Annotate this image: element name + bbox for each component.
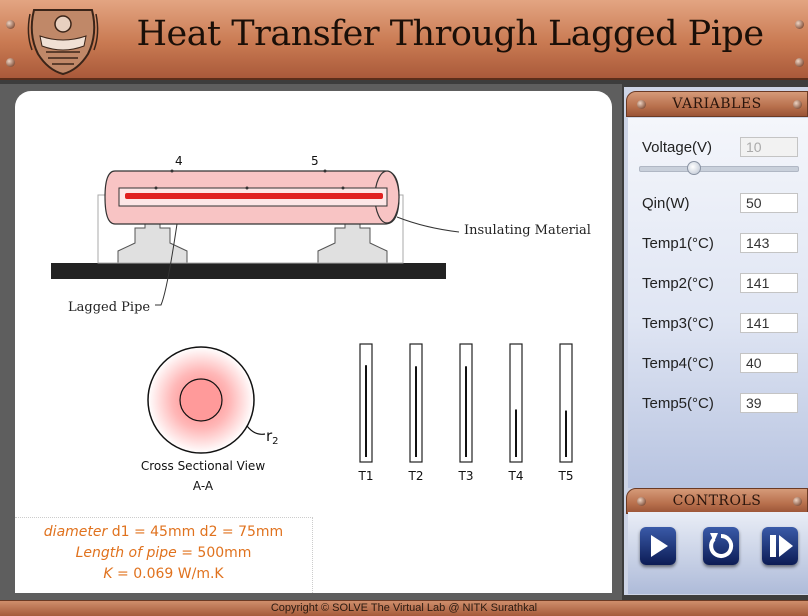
temp4-field[interactable]: 40 xyxy=(740,353,798,373)
cross-section-inner xyxy=(179,378,223,422)
qin-label: Qin(W) xyxy=(642,195,690,212)
length-label: Length of pipe xyxy=(75,545,177,561)
temp1-row: Temp1(°C) 143 xyxy=(642,233,808,255)
insulating-leader xyxy=(396,216,460,233)
pipe-specs: diameter d1 = 45mm d2 = 75mm Length of p… xyxy=(15,517,313,593)
lagged-pipe-label: Lagged Pipe xyxy=(68,300,150,315)
temp1-field[interactable]: 143 xyxy=(740,233,798,253)
thermometer-level xyxy=(365,365,367,457)
controls-heading: CONTROLS xyxy=(672,493,762,509)
rivet-icon xyxy=(795,58,804,67)
thermocouple-point xyxy=(323,169,327,173)
footer: Copyright © SOLVE The Virtual Lab @ NITK… xyxy=(0,600,808,616)
controls-header: CONTROLS xyxy=(626,488,808,514)
temp5-field[interactable]: 39 xyxy=(740,393,798,413)
qin-row: Qin(W) 50 xyxy=(642,193,808,215)
header: Heat Transfer Through Lagged Pipe xyxy=(0,0,808,80)
thermocouple-point xyxy=(245,186,249,190)
r2-label: r2 xyxy=(266,427,279,447)
rivet-icon xyxy=(637,497,646,506)
voltage-field[interactable]: 10 xyxy=(740,137,798,157)
temp2-label: Temp2(°C) xyxy=(642,275,714,292)
step-button[interactable] xyxy=(762,527,798,565)
temp3-field[interactable]: 141 xyxy=(740,313,798,333)
temp3-row: Temp3(°C) 141 xyxy=(642,313,808,335)
rivet-icon xyxy=(6,58,15,67)
temp3-label: Temp3(°C) xyxy=(642,315,714,332)
copyright-text: Copyright © SOLVE The Virtual Lab @ NITK… xyxy=(270,602,538,614)
length-line: Length of pipe = 500mm xyxy=(15,543,312,564)
thermocouple-point xyxy=(170,169,174,173)
thermometer-level xyxy=(465,366,467,457)
thermometer-label: T3 xyxy=(458,469,474,483)
reset-button[interactable] xyxy=(703,527,739,565)
thermocouple-5-label: 5 xyxy=(311,154,319,168)
temp2-field[interactable]: 141 xyxy=(740,273,798,293)
rivet-icon xyxy=(637,100,646,109)
qin-field[interactable]: 50 xyxy=(740,193,798,213)
diameter-line: diameter d1 = 45mm d2 = 75mm xyxy=(15,522,312,543)
rivet-icon xyxy=(793,497,802,506)
temp2-row: Temp2(°C) 141 xyxy=(642,273,808,295)
variables-body: Voltage(V) 10 Qin(W) 50 Temp1(°C) 143 Te… xyxy=(628,118,808,488)
temp1-label: Temp1(°C) xyxy=(642,235,714,252)
reset-icon xyxy=(709,533,734,558)
variables-heading: VARIABLES xyxy=(672,96,762,112)
thermometer-level xyxy=(565,410,567,457)
diameter-label: diameter xyxy=(43,524,108,540)
temp5-row: Temp5(°C) 39 xyxy=(642,393,808,415)
thermocouple-point xyxy=(154,186,158,190)
heater-rod xyxy=(125,193,383,199)
base-plate xyxy=(51,263,446,279)
rivet-icon xyxy=(793,100,802,109)
thermometer-level xyxy=(415,366,417,457)
temp4-label: Temp4(°C) xyxy=(642,355,714,372)
rivet-icon xyxy=(6,20,15,29)
experiment-canvas: 4 5 Insulating Material Lagged Pipe r2 C… xyxy=(15,91,612,593)
voltage-label: Voltage(V) xyxy=(642,139,713,156)
temp5-label: Temp5(°C) xyxy=(642,395,714,412)
thermometer-label: T5 xyxy=(558,469,574,483)
conductivity-value: = 0.069 W/m.K xyxy=(112,566,224,582)
voltage-slider-track[interactable] xyxy=(639,166,799,172)
thermometer-level xyxy=(515,409,517,457)
thermometer-label: T1 xyxy=(358,469,374,483)
thermometer-label: T4 xyxy=(508,469,524,483)
length-value: = 500mm xyxy=(176,545,252,561)
conductivity-label: K xyxy=(103,566,113,582)
cross-section-sub-label: A-A xyxy=(193,479,214,493)
nitk-logo-icon xyxy=(27,9,99,76)
thermocouple-point xyxy=(341,186,345,190)
insulating-material-label: Insulating Material xyxy=(464,223,591,238)
r2-leader xyxy=(246,425,266,435)
thermometer-group: T1 T2 T3 T4 T5 xyxy=(358,343,574,483)
variables-header: VARIABLES xyxy=(626,91,808,117)
play-button[interactable] xyxy=(640,527,676,565)
temp4-row: Temp4(°C) 40 xyxy=(642,353,808,375)
page-title: Heat Transfer Through Lagged Pipe xyxy=(136,14,764,54)
conductivity-line: K = 0.069 W/m.K xyxy=(15,564,312,585)
step-icon xyxy=(770,535,793,557)
voltage-row: Voltage(V) 10 xyxy=(642,137,808,159)
diameter-value: d1 = 45mm d2 = 75mm xyxy=(107,524,284,540)
thermometer-label: T2 xyxy=(408,469,424,483)
play-icon xyxy=(651,535,668,557)
thermocouple-4-label: 4 xyxy=(175,154,183,168)
cross-section-label: Cross Sectional View xyxy=(141,459,265,473)
